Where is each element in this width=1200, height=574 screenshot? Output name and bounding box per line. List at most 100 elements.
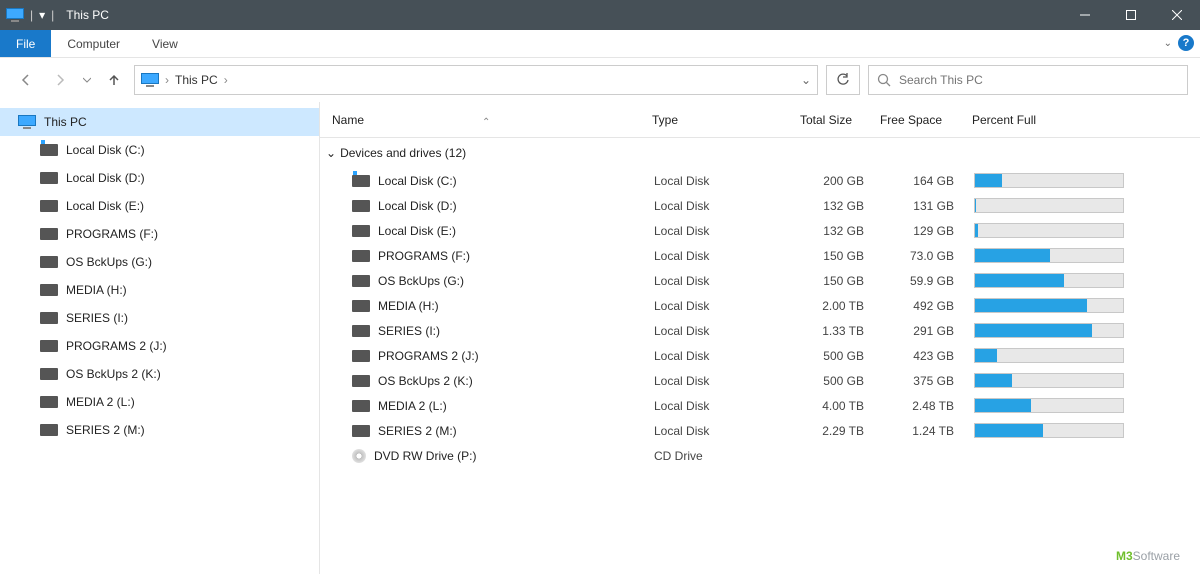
sidebar-item[interactable]: MEDIA (H:) bbox=[0, 276, 319, 304]
group-title: Devices and drives (12) bbox=[340, 146, 466, 160]
address-bar[interactable]: › This PC › ⌄ bbox=[134, 65, 818, 95]
address-icon bbox=[141, 73, 159, 87]
column-name[interactable]: Name⌃ bbox=[332, 113, 652, 127]
drive-row[interactable]: OS BckUps 2 (K:)Local Disk500 GB375 GB bbox=[322, 368, 1200, 393]
help-icon[interactable]: ? bbox=[1178, 35, 1194, 51]
drive-total: 132 GB bbox=[774, 199, 864, 213]
sidebar-item[interactable]: OS BckUps 2 (K:) bbox=[0, 360, 319, 388]
drive-type: CD Drive bbox=[654, 449, 774, 463]
drive-percent bbox=[954, 323, 1114, 338]
drive-name: Local Disk (C:) bbox=[378, 174, 457, 188]
drive-row[interactable]: Local Disk (D:) Local Disk132 GB131 GB bbox=[322, 193, 1200, 218]
tab-file[interactable]: File bbox=[0, 30, 51, 57]
sidebar-item-label: PROGRAMS (F:) bbox=[66, 227, 158, 241]
drive-type: Local Disk bbox=[654, 349, 774, 363]
drive-free: 129 GB bbox=[864, 224, 954, 238]
sidebar-item[interactable]: Local Disk (D:) bbox=[0, 164, 319, 192]
drive-icon bbox=[40, 340, 58, 352]
drive-icon bbox=[40, 368, 58, 380]
drive-free: 375 GB bbox=[864, 374, 954, 388]
drive-row[interactable]: PROGRAMS 2 (J:)Local Disk500 GB423 GB bbox=[322, 343, 1200, 368]
sidebar-item[interactable]: SERIES 2 (M:) bbox=[0, 416, 319, 444]
search-input[interactable] bbox=[899, 73, 1179, 87]
column-headers: Name⌃ Type Total Size Free Space Percent… bbox=[320, 102, 1200, 138]
sidebar-item[interactable]: OS BckUps (G:) bbox=[0, 248, 319, 276]
drive-name: Local Disk (D:) bbox=[378, 199, 457, 213]
search-box[interactable] bbox=[868, 65, 1188, 95]
sidebar-root-this-pc[interactable]: This PC bbox=[0, 108, 319, 136]
drive-row[interactable]: PROGRAMS (F:)Local Disk150 GB73.0 GB bbox=[322, 243, 1200, 268]
breadcrumb-location[interactable]: This PC bbox=[175, 73, 218, 87]
pc-icon bbox=[18, 115, 36, 129]
drive-free: 73.0 GB bbox=[864, 249, 954, 263]
sidebar-item[interactable]: MEDIA 2 (L:) bbox=[0, 388, 319, 416]
drive-icon bbox=[40, 172, 58, 184]
sidebar-item-label: Local Disk (E:) bbox=[66, 199, 144, 213]
drive-type: Local Disk bbox=[654, 174, 774, 188]
tab-computer[interactable]: Computer bbox=[51, 30, 136, 57]
drive-free: 1.24 TB bbox=[864, 424, 954, 438]
drive-type: Local Disk bbox=[654, 199, 774, 213]
drive-icon bbox=[352, 425, 370, 437]
sidebar-item[interactable]: Local Disk (E:) bbox=[0, 192, 319, 220]
drive-icon bbox=[40, 228, 58, 240]
search-icon bbox=[877, 73, 891, 87]
ribbon-collapse-icon[interactable]: ⌄ bbox=[1164, 38, 1172, 49]
drive-row[interactable]: MEDIA 2 (L:)Local Disk4.00 TB2.48 TB bbox=[322, 393, 1200, 418]
drive-row[interactable]: Local Disk (E:)Local Disk132 GB129 GB bbox=[322, 218, 1200, 243]
sidebar-item[interactable]: PROGRAMS (F:) bbox=[0, 220, 319, 248]
drive-icon bbox=[352, 175, 370, 187]
dvd-icon bbox=[352, 449, 366, 463]
sidebar-item-label: MEDIA 2 (L:) bbox=[66, 395, 135, 409]
drive-row[interactable]: SERIES (I:)Local Disk1.33 TB291 GB bbox=[322, 318, 1200, 343]
main-pane: Name⌃ Type Total Size Free Space Percent… bbox=[320, 102, 1200, 574]
drive-name: DVD RW Drive (P:) bbox=[374, 449, 476, 463]
group-header-devices[interactable]: ⌄ Devices and drives (12) bbox=[320, 138, 1200, 168]
sidebar-item-label: Local Disk (C:) bbox=[66, 143, 145, 157]
drive-free: 131 GB bbox=[864, 199, 954, 213]
chevron-right-icon[interactable]: › bbox=[165, 73, 169, 87]
up-button[interactable] bbox=[100, 66, 128, 94]
column-type[interactable]: Type bbox=[652, 113, 772, 127]
qat-dropdown-icon[interactable]: ▾ bbox=[39, 8, 45, 22]
chevron-right-icon-2[interactable]: › bbox=[224, 73, 228, 87]
close-button[interactable] bbox=[1154, 0, 1200, 30]
tab-view[interactable]: View bbox=[136, 30, 194, 57]
recent-dropdown-icon[interactable] bbox=[80, 66, 94, 94]
column-total-size[interactable]: Total Size bbox=[772, 113, 862, 127]
drive-percent bbox=[954, 248, 1114, 263]
drive-row[interactable]: DVD RW Drive (P:) CD Drive bbox=[322, 443, 1200, 468]
drive-icon bbox=[352, 300, 370, 312]
drive-row[interactable]: SERIES 2 (M:)Local Disk2.29 TB1.24 TB bbox=[322, 418, 1200, 443]
maximize-button[interactable] bbox=[1108, 0, 1154, 30]
sidebar-item[interactable]: SERIES (I:) bbox=[0, 304, 319, 332]
drive-name: MEDIA (H:) bbox=[378, 299, 439, 313]
drive-icon bbox=[40, 200, 58, 212]
window-title: This PC bbox=[66, 8, 109, 22]
refresh-button[interactable] bbox=[826, 65, 860, 95]
drive-row[interactable]: Local Disk (C:)Local Disk200 GB164 GB bbox=[322, 168, 1200, 193]
drive-free: 164 GB bbox=[864, 174, 954, 188]
sidebar-item-label: Local Disk (D:) bbox=[66, 171, 145, 185]
sidebar: This PC Local Disk (C:) Local Disk (D:) Lo… bbox=[0, 102, 320, 574]
address-dropdown-icon[interactable]: ⌄ bbox=[801, 73, 811, 87]
sidebar-item-label: SERIES 2 (M:) bbox=[66, 423, 145, 437]
sidebar-item[interactable]: PROGRAMS 2 (J:) bbox=[0, 332, 319, 360]
drive-icon bbox=[40, 424, 58, 436]
drive-total: 2.29 TB bbox=[774, 424, 864, 438]
drive-row[interactable]: MEDIA (H:)Local Disk2.00 TB492 GB bbox=[322, 293, 1200, 318]
drive-total: 132 GB bbox=[774, 224, 864, 238]
drive-total: 500 GB bbox=[774, 349, 864, 363]
back-button[interactable] bbox=[12, 66, 40, 94]
minimize-button[interactable] bbox=[1062, 0, 1108, 30]
sort-indicator-icon: ⌃ bbox=[482, 117, 490, 128]
drive-row[interactable]: OS BckUps (G:)Local Disk150 GB59.9 GB bbox=[322, 268, 1200, 293]
sidebar-item[interactable]: Local Disk (C:) bbox=[0, 136, 319, 164]
drive-icon bbox=[40, 396, 58, 408]
column-free-space[interactable]: Free Space bbox=[862, 113, 952, 127]
drive-type: Local Disk bbox=[654, 299, 774, 313]
drive-icon bbox=[352, 375, 370, 387]
drive-type: Local Disk bbox=[654, 424, 774, 438]
column-percent-full[interactable]: Percent Full bbox=[952, 113, 1112, 127]
forward-button[interactable] bbox=[46, 66, 74, 94]
